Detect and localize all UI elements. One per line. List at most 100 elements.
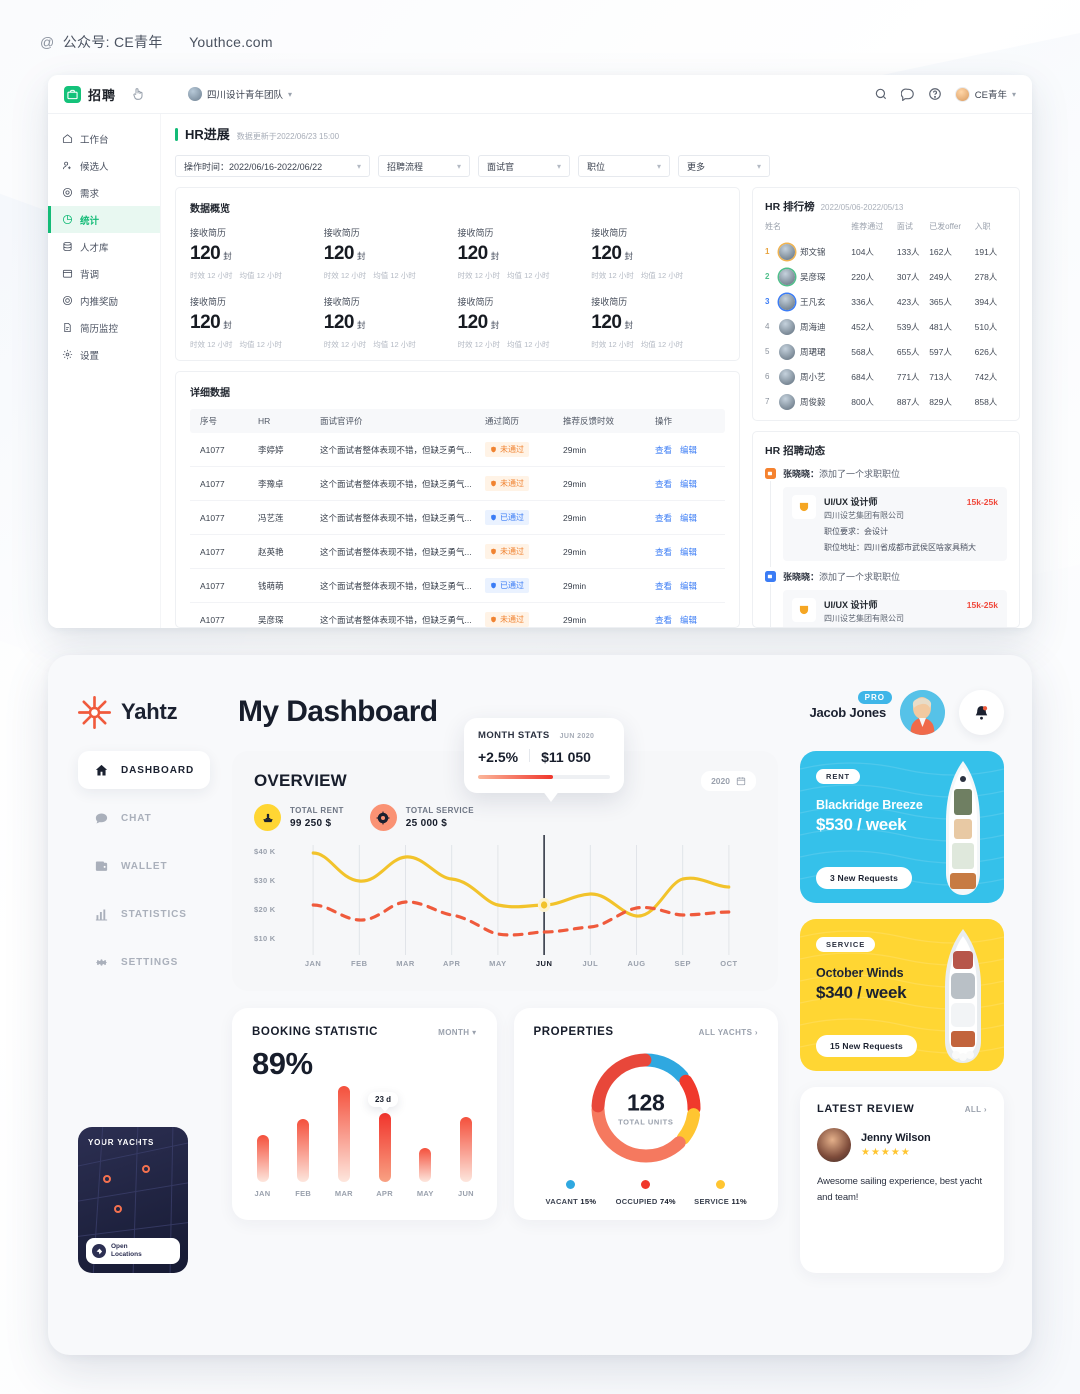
search-icon[interactable] (874, 87, 888, 101)
filter-more[interactable]: 更多 ▾ (678, 155, 770, 177)
your-yachts-promo-card[interactable]: YOUR YACHTS Open Locations (78, 1127, 188, 1273)
folder-icon (62, 269, 73, 278)
hr-ranking-panel: HR 排行榜 2022/05/06-2022/05/13 姓名 推荐通过 面试 … (752, 187, 1020, 421)
job-card[interactable]: UI/UX 设计师 15k-25k 四川设艺集团有限公司 (783, 590, 1007, 627)
sidebar-item-dashboard[interactable]: DASHBOARD (78, 751, 210, 789)
edit-link[interactable]: 编辑 (680, 615, 697, 625)
rank-interview: 655人 (896, 346, 920, 357)
overview-grid: 接收简历 120 封 时效 12 小时 均值 12 小时 接收简历 120 封 时效 … (190, 226, 725, 350)
booking-statistic-card: BOOKING STATISTIC MONTH ▾ 89% 23 d JAN F… (232, 1008, 497, 1220)
sidebar-item-wallet[interactable]: WALLET (78, 847, 210, 885)
bar-label: JUN (457, 1189, 474, 1198)
filter-position[interactable]: 职位 ▾ (578, 155, 670, 177)
booking-period-selector[interactable]: MONTH ▾ (438, 1028, 476, 1037)
legend-item-occupied: OCCUPIED 74% (608, 1180, 683, 1206)
cell-hr: 李豫卓 (248, 466, 310, 501)
hr-topbar: 招聘 四川设计青年团队 ▾ CE青年 ▾ (48, 75, 1032, 114)
promo-btn-line1: Open (111, 1242, 128, 1250)
column-header-status: 通过简历 (475, 409, 553, 433)
metric-meta-2: 均值 12 小时 (239, 340, 283, 349)
message-icon[interactable] (900, 87, 915, 102)
view-link[interactable]: 查看 (655, 581, 672, 591)
sidebar-item-demand[interactable]: 需求 (48, 179, 160, 206)
sidebar-item-settings[interactable]: 设置 (48, 341, 160, 368)
rank-offer: 481人 (929, 321, 952, 332)
cell-hr: 赵英艳 (248, 534, 310, 569)
view-link[interactable]: 查看 (655, 445, 672, 455)
user-info[interactable]: PRO Jacob Jones (809, 690, 892, 720)
sidebar-item-talent-pool[interactable]: 人才库 (48, 233, 160, 260)
chevron-down-icon: ▾ (756, 161, 761, 171)
bar-column: FEB (295, 1086, 311, 1198)
view-link[interactable]: 查看 (655, 479, 672, 489)
sidebar-item-statistics[interactable]: 统计 (48, 206, 160, 233)
sidebar-item-referral-reward[interactable]: 内推奖励 (48, 287, 160, 314)
user-menu[interactable]: CE青年 ▾ (954, 86, 1016, 102)
edit-link[interactable]: 编辑 (680, 547, 697, 557)
overview-card: 接收简历 120 封 时效 12 小时 均值 12 小时 (591, 226, 725, 281)
filter-interviewer[interactable]: 面试官 ▾ (478, 155, 570, 177)
avatar[interactable] (900, 689, 945, 735)
bar-value-badge: 23 d (368, 1092, 399, 1107)
rank-offer: 597人 (929, 346, 952, 357)
review-all-link[interactable]: ALL › (965, 1105, 987, 1114)
view-link[interactable]: 查看 (655, 615, 672, 625)
cell-time: 29min (553, 433, 645, 467)
all-yachts-link[interactable]: ALL YACHTS › (699, 1028, 758, 1037)
cell-status: 已通过 (475, 568, 553, 603)
yacht-rent-card[interactable]: RENT Blackridge Breeze $530 / week 3 New… (800, 751, 1004, 903)
sidebar-item-chat[interactable]: CHAT (78, 799, 210, 837)
year-selector[interactable]: 2020 (701, 771, 756, 791)
service-icon (369, 804, 397, 831)
sidebar-item-background-check[interactable]: 背调 (48, 260, 160, 287)
stat-label: TOTAL RENT (290, 806, 344, 815)
x-tick-jan: JAN (304, 959, 322, 968)
x-tick-sep: SEP (674, 959, 691, 968)
rank-onboard: 278人 (974, 271, 998, 282)
y-tick-20k: $20 K (254, 905, 276, 914)
feed-item: 张晓晓：添加了一个求职职位 UI/UX 设计师 15k-25k 四川设艺集团有限… (765, 570, 1007, 627)
stat-value: 25 000 $ (405, 818, 448, 829)
edit-link[interactable]: 编辑 (680, 445, 697, 455)
view-link[interactable]: 查看 (655, 547, 672, 557)
edit-link[interactable]: 编辑 (680, 479, 697, 489)
filter-date-range[interactable]: 操作时间：2022/06/16-2022/06/22 ▾ (175, 155, 370, 177)
edit-link[interactable]: 编辑 (680, 513, 697, 523)
sidebar-item-settings[interactable]: SETTINGS (78, 943, 210, 981)
cell-time: 29min (553, 534, 645, 569)
donut-total-label: TOTAL UNITS (618, 1117, 674, 1127)
sidebar-item-label: STATISTICS (121, 908, 187, 920)
filter-recruit-flow[interactable]: 招聘流程 ▾ (378, 155, 470, 177)
new-requests-button[interactable]: 3 New Requests (816, 867, 912, 889)
yacht-service-card[interactable]: SERVICE October Winds $340 / week 15 New… (800, 919, 1004, 1071)
sidebar-item-resume-monitor[interactable]: 简历监控 (48, 314, 160, 341)
booking-title: BOOKING STATISTIC (252, 1026, 379, 1038)
filter-bar: 操作时间：2022/06/16-2022/06/22 ▾ 招聘流程 ▾ 面试官 … (175, 155, 1020, 177)
view-link[interactable]: 查看 (655, 513, 672, 523)
column-header-interview: 面试 (896, 222, 913, 231)
sidebar-item-label: 候选人 (80, 161, 109, 173)
cell-time: 29min (553, 466, 645, 501)
edit-link[interactable]: 编辑 (680, 581, 697, 591)
cell-status: 已通过 (475, 500, 553, 535)
sidebar-item-label: 人才库 (80, 242, 109, 254)
sidebar-item-candidates[interactable]: 候选人 (48, 152, 160, 179)
table-row: 6 周小艺 684人 771人 713人 742人 (765, 364, 1007, 389)
sidebar-item-statistics[interactable]: STATISTICS (78, 895, 210, 933)
help-icon[interactable] (928, 87, 942, 101)
legend-value: 11% (731, 1197, 747, 1206)
cell-actions: 查看 编辑 (645, 433, 725, 467)
cell-no: A1077 (190, 602, 248, 627)
home-icon (95, 764, 108, 775)
sidebar-item-workbench[interactable]: 工作台 (48, 125, 160, 152)
yahtz-logo[interactable]: Yahtz (78, 695, 238, 729)
metric-meta-2: 均值 12 小时 (640, 340, 684, 349)
team-selector[interactable]: 四川设计青年团队 ▾ (188, 87, 292, 101)
avatar (817, 1128, 851, 1162)
open-locations-button[interactable]: Open Locations (86, 1238, 180, 1264)
notification-bell-button[interactable] (959, 689, 1004, 735)
new-requests-button[interactable]: 15 New Requests (816, 1035, 917, 1057)
job-card[interactable]: UI/UX 设计师 15k-25k 四川设艺集团有限公司 职位要求：会设计 职位… (783, 487, 1007, 561)
rank-index: 2 (765, 272, 770, 281)
bar-column: JAN (255, 1086, 270, 1198)
